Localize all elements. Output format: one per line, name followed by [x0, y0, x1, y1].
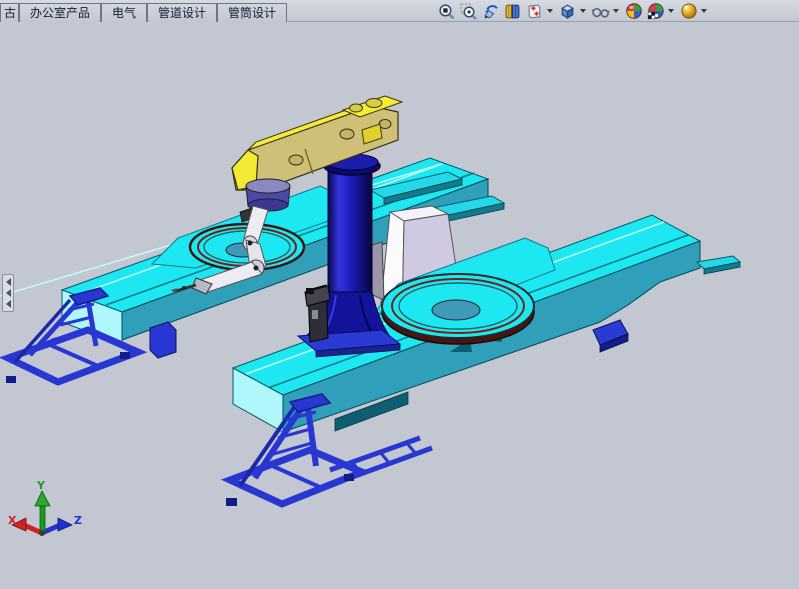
hide-show-items-icon[interactable] [591, 2, 610, 21]
chevron-left-icon [6, 300, 11, 308]
view-settings-dropdown[interactable] [701, 9, 707, 13]
chevron-left-icon [6, 289, 11, 297]
zoom-to-area-icon[interactable] [459, 2, 478, 21]
previous-view-icon[interactable] [481, 2, 500, 21]
edit-appearance-icon[interactable] [624, 2, 643, 21]
apply-scene-icon[interactable] [646, 2, 665, 21]
zoom-to-fit-icon[interactable] [437, 2, 456, 21]
command-tabs: 古 办公室产品 电气 管道设计 管筒设计 [0, 0, 287, 22]
apply-scene-dropdown[interactable] [668, 9, 674, 13]
heads-up-view-toolbar [437, 0, 709, 22]
triad-z-label: Z [74, 514, 82, 527]
model-canvas[interactable]: X Y Z [0, 0, 799, 589]
tab-piping-design[interactable]: 管道设计 [147, 3, 217, 22]
right-turntable-ring[interactable] [382, 274, 534, 344]
view-settings-icon[interactable] [679, 2, 698, 21]
tab-clipped[interactable]: 古 [0, 3, 19, 22]
display-style-icon[interactable] [558, 2, 577, 21]
application-window: X Y Z 古 办公室产品 电气 管道设计 管筒设计 [0, 0, 799, 589]
triad-x-label: X [8, 514, 17, 527]
robot-boom-arm[interactable] [232, 96, 402, 190]
right-girder-end-support[interactable] [593, 320, 628, 352]
view-orientation-icon[interactable] [525, 2, 544, 21]
left-girder-support-block[interactable] [150, 322, 176, 358]
tab-tubing-design[interactable]: 管筒设计 [217, 3, 287, 22]
feature-panel-collapse-handle[interactable] [2, 274, 14, 312]
tab-office-products[interactable]: 办公室产品 [19, 3, 101, 22]
tab-electrical[interactable]: 电气 [101, 3, 147, 22]
triad-y-label: Y [36, 479, 46, 492]
view-orientation-dropdown[interactable] [547, 9, 553, 13]
reference-triad: X Y Z [8, 479, 82, 536]
section-view-icon[interactable] [503, 2, 522, 21]
right-girder-extension-plate[interactable] [697, 256, 740, 274]
command-tab-bar: 古 办公室产品 电气 管道设计 管筒设计 [0, 0, 799, 22]
graphics-viewport[interactable]: X Y Z [0, 0, 799, 589]
display-style-dropdown[interactable] [580, 9, 586, 13]
hide-show-items-dropdown[interactable] [613, 9, 619, 13]
chevron-left-icon [6, 278, 11, 286]
